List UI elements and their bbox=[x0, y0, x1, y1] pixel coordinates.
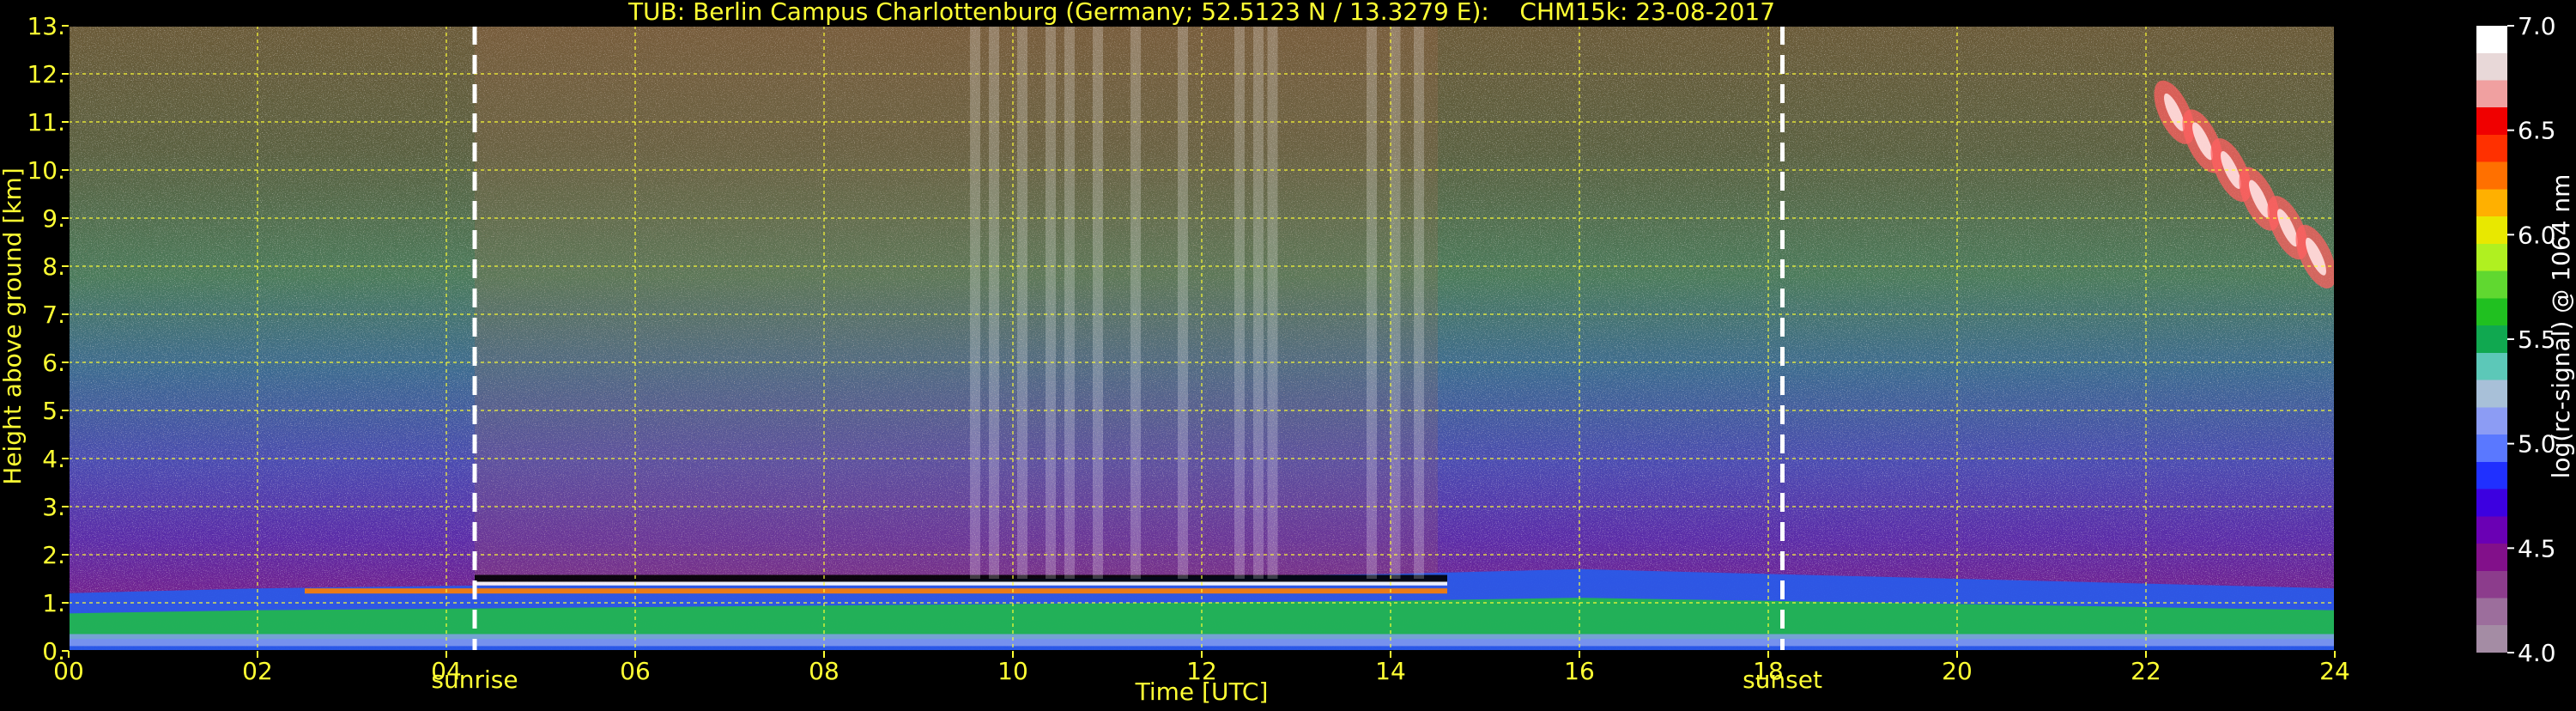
cloud-streak bbox=[1046, 26, 1056, 579]
colorbar: 4.0 4.5 5.0 5.5 6.0 6.5 7.0 bbox=[2476, 12, 2556, 667]
chart-title: TUB: Berlin Campus Charlottenburg (Germa… bbox=[627, 0, 1775, 26]
x-tick-label: 20 bbox=[1942, 657, 1973, 685]
ceilometer-chart: sunrise sunset 00 02 04 06 08 10 12 14 16 18 20 22 24… bbox=[0, 0, 2576, 708]
y-tick-label: 13. bbox=[27, 12, 65, 40]
x-tick-label: 16 bbox=[1564, 657, 1595, 685]
colorbar-tick-label: 5.5 bbox=[2518, 325, 2556, 354]
x-tick-label: 10 bbox=[997, 657, 1028, 685]
x-tick-label: 24 bbox=[2319, 657, 2350, 685]
y-tick-label: 3. bbox=[42, 493, 65, 521]
x-tick-label: 14 bbox=[1375, 657, 1406, 685]
colorbar-tick-label: 6.5 bbox=[2518, 117, 2556, 145]
y-tick-label: 2. bbox=[42, 541, 65, 569]
cloud-streak bbox=[989, 26, 999, 579]
colorbar-tick-label: 7.0 bbox=[2518, 12, 2556, 40]
layer-top-black bbox=[475, 574, 1447, 582]
colorbar-tick-label: 4.0 bbox=[2518, 639, 2556, 667]
plot-area bbox=[69, 26, 2335, 651]
cloud-streak bbox=[1064, 26, 1075, 579]
cloud-streak bbox=[1267, 26, 1278, 579]
x-tick-label: 22 bbox=[2131, 657, 2161, 685]
y-axis-label: Height above ground [km] bbox=[0, 167, 27, 485]
colorbar-tick-label: 6.0 bbox=[2518, 221, 2556, 249]
x-axis-label: Time [UTC] bbox=[1135, 678, 1269, 706]
x-tick-label: 18 bbox=[1753, 657, 1784, 685]
y-tick-label: 5. bbox=[42, 397, 65, 425]
colorbar-ramp bbox=[2476, 26, 2507, 653]
y-tick-label: 1. bbox=[42, 589, 65, 617]
x-tick-label: 02 bbox=[242, 657, 273, 685]
y-tick-label: 11. bbox=[27, 108, 65, 137]
y-tick-label: 4. bbox=[42, 445, 65, 473]
cloud-streak bbox=[1130, 26, 1141, 579]
x-tick-label: 06 bbox=[620, 657, 651, 685]
x-tick-label: 08 bbox=[809, 657, 839, 685]
y-tick-label: 12. bbox=[27, 60, 65, 88]
colorbar-tick-label: 4.5 bbox=[2518, 534, 2556, 562]
cloud-streak bbox=[970, 26, 980, 579]
cloud-streak bbox=[1390, 26, 1401, 579]
cloud-streak bbox=[1178, 26, 1188, 579]
layer-top-white bbox=[475, 580, 1447, 586]
daytime-noise-band bbox=[475, 26, 1438, 579]
y-tick-label: 9. bbox=[42, 204, 65, 233]
chart-svg: sunrise sunset 00 02 04 06 08 10 12 14 16 18 20 22 24… bbox=[0, 0, 2575, 706]
cloud-streak bbox=[1017, 26, 1027, 579]
cloud-streak bbox=[1234, 26, 1245, 579]
y-tick-label: 10. bbox=[27, 156, 65, 185]
y-tick-label: 8. bbox=[42, 252, 65, 281]
y-tick-label: 0. bbox=[42, 637, 65, 665]
cloud-streak bbox=[1253, 26, 1264, 579]
colorbar-tick-label: 5.0 bbox=[2518, 430, 2556, 459]
cloud-streak bbox=[1414, 26, 1424, 579]
cloud-streak bbox=[1367, 26, 1377, 579]
y-tick-label: 7. bbox=[42, 301, 65, 329]
x-tick-label: 04 bbox=[431, 657, 462, 685]
y-tick-label: 6. bbox=[42, 349, 65, 377]
cloud-streak bbox=[1093, 26, 1103, 579]
